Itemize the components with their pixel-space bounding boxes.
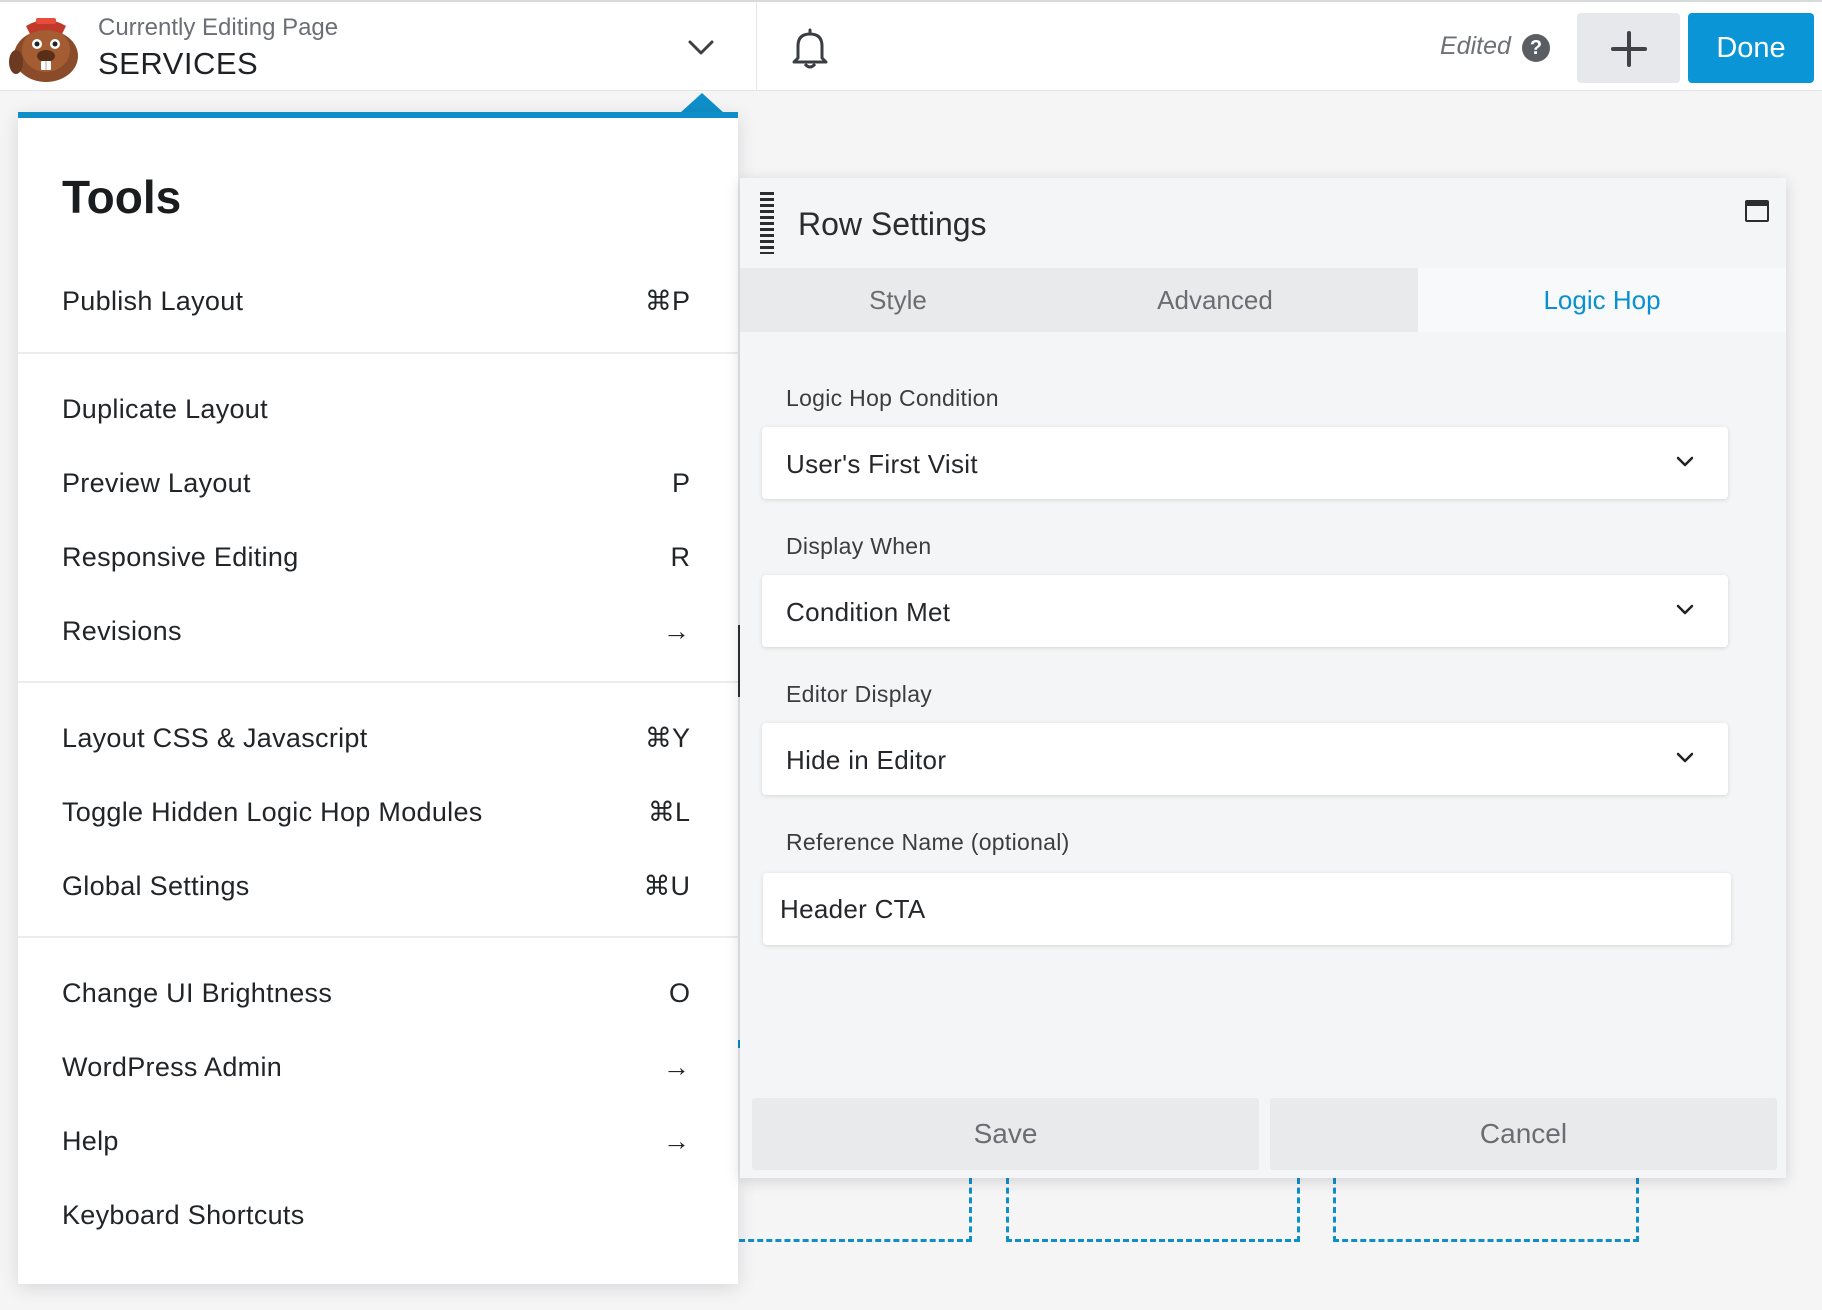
field-label: Editor Display bbox=[786, 681, 933, 707]
save-button[interactable]: Save bbox=[752, 1098, 1259, 1170]
field-label: Display When bbox=[786, 533, 932, 559]
menu-item-global-settings[interactable]: Global Settings ⌘U bbox=[18, 857, 738, 921]
arrow-right-icon: → bbox=[663, 1126, 690, 1156]
layout-column-outline bbox=[730, 1178, 972, 1242]
menu-item-label: WordPress Admin bbox=[62, 1052, 283, 1082]
maximize-icon[interactable] bbox=[1745, 200, 1769, 222]
panel-header: Row Settings bbox=[740, 178, 1786, 268]
menu-item-label: Change UI Brightness bbox=[62, 978, 333, 1008]
field-label: Logic Hop Condition bbox=[786, 385, 999, 411]
chevron-down-icon bbox=[1676, 752, 1694, 763]
tab-logic-hop[interactable]: Logic Hop bbox=[1418, 268, 1786, 332]
menu-item-label: Keyboard Shortcuts bbox=[62, 1200, 305, 1230]
menu-item-shortcut: ⌘L bbox=[647, 797, 690, 827]
menu-item-responsive-editing[interactable]: Responsive Editing R bbox=[18, 528, 738, 592]
menu-divider bbox=[18, 936, 738, 938]
menu-item-label: Responsive Editing bbox=[62, 542, 299, 572]
layout-column-outline bbox=[1006, 1178, 1300, 1242]
logic-hop-condition-select[interactable]: User's First Visit bbox=[762, 427, 1728, 499]
tab-advanced[interactable]: Advanced bbox=[1056, 268, 1374, 332]
add-content-button[interactable] bbox=[1577, 13, 1680, 83]
plus-icon bbox=[1611, 31, 1647, 67]
layout-column-outline bbox=[1333, 1178, 1639, 1242]
menu-item-shortcut: ⌘Y bbox=[644, 723, 690, 753]
menu-item-label: Global Settings bbox=[62, 871, 250, 901]
panel-title: Row Settings bbox=[798, 206, 987, 242]
menu-item-label: Toggle Hidden Logic Hop Modules bbox=[62, 797, 483, 827]
field-label: Reference Name (optional) bbox=[786, 829, 1070, 855]
page-selector[interactable]: Currently Editing Page SERVICES bbox=[0, 2, 757, 91]
chevron-down-icon[interactable] bbox=[686, 34, 716, 60]
menu-item-toggle-logic-hop[interactable]: Toggle Hidden Logic Hop Modules ⌘L bbox=[18, 783, 738, 847]
settings-tabs: Style Advanced Logic Hop bbox=[740, 268, 1786, 332]
select-value: User's First Visit bbox=[786, 449, 978, 479]
menu-item-revisions[interactable]: Revisions → bbox=[18, 602, 738, 666]
edited-status: Edited bbox=[1440, 32, 1511, 60]
menu-item-shortcut: O bbox=[668, 978, 690, 1008]
menu-item-keyboard-shortcuts[interactable]: Keyboard Shortcuts bbox=[18, 1186, 738, 1250]
select-value: Condition Met bbox=[786, 597, 951, 627]
beaver-logo-icon bbox=[9, 18, 78, 82]
menu-item-shortcut: ⌘U bbox=[643, 871, 691, 901]
menu-item-label: Help bbox=[62, 1126, 119, 1156]
tab-style[interactable]: Style bbox=[740, 268, 1056, 332]
editing-label: Currently Editing Page bbox=[98, 14, 339, 41]
tools-title: Tools bbox=[62, 171, 182, 223]
page-title: SERVICES bbox=[98, 46, 259, 81]
row-settings-panel: Row Settings Style Advanced Logic Hop Lo… bbox=[740, 178, 1786, 1178]
menu-item-shortcut: R bbox=[670, 542, 691, 572]
menu-item-preview-layout[interactable]: Preview Layout P bbox=[18, 454, 738, 518]
menu-divider bbox=[18, 352, 738, 354]
arrow-right-icon: → bbox=[663, 616, 690, 646]
help-icon[interactable]: ? bbox=[1522, 34, 1550, 62]
drag-handle-icon[interactable] bbox=[760, 192, 774, 254]
menu-item-publish-layout[interactable]: Publish Layout ⌘P bbox=[18, 272, 738, 336]
top-bar: Currently Editing Page SERVICES Edited ?… bbox=[0, 0, 1822, 91]
menu-item-duplicate-layout[interactable]: Duplicate Layout bbox=[18, 380, 738, 444]
chevron-down-icon bbox=[1676, 604, 1694, 615]
menu-item-wordpress-admin[interactable]: WordPress Admin → bbox=[18, 1038, 738, 1102]
tools-menu: Tools Publish Layout ⌘P Duplicate Layout… bbox=[18, 112, 738, 1284]
menu-item-shortcut: ⌘P bbox=[644, 286, 690, 316]
done-button[interactable]: Done bbox=[1688, 13, 1814, 83]
menu-item-label: Revisions bbox=[62, 616, 182, 646]
menu-item-label: Duplicate Layout bbox=[62, 394, 268, 424]
editor-display-select[interactable]: Hide in Editor bbox=[762, 723, 1728, 795]
menu-item-label: Layout CSS & Javascript bbox=[62, 723, 368, 753]
menu-item-change-ui-brightness[interactable]: Change UI Brightness O bbox=[18, 964, 738, 1028]
display-when-select[interactable]: Condition Met bbox=[762, 575, 1728, 647]
tools-menu-pointer bbox=[680, 93, 724, 113]
menu-item-label: Preview Layout bbox=[62, 468, 251, 498]
menu-item-shortcut: P bbox=[671, 468, 690, 498]
menu-item-help[interactable]: Help → bbox=[18, 1112, 738, 1176]
menu-divider bbox=[18, 681, 738, 683]
reference-name-input[interactable] bbox=[763, 873, 1731, 945]
chevron-down-icon bbox=[1676, 456, 1694, 467]
cancel-button[interactable]: Cancel bbox=[1270, 1098, 1777, 1170]
menu-item-layout-css-js[interactable]: Layout CSS & Javascript ⌘Y bbox=[18, 709, 738, 773]
select-value: Hide in Editor bbox=[786, 745, 947, 775]
menu-item-label: Publish Layout bbox=[62, 286, 244, 316]
arrow-right-icon: → bbox=[663, 1052, 690, 1082]
bell-icon[interactable] bbox=[790, 28, 830, 70]
